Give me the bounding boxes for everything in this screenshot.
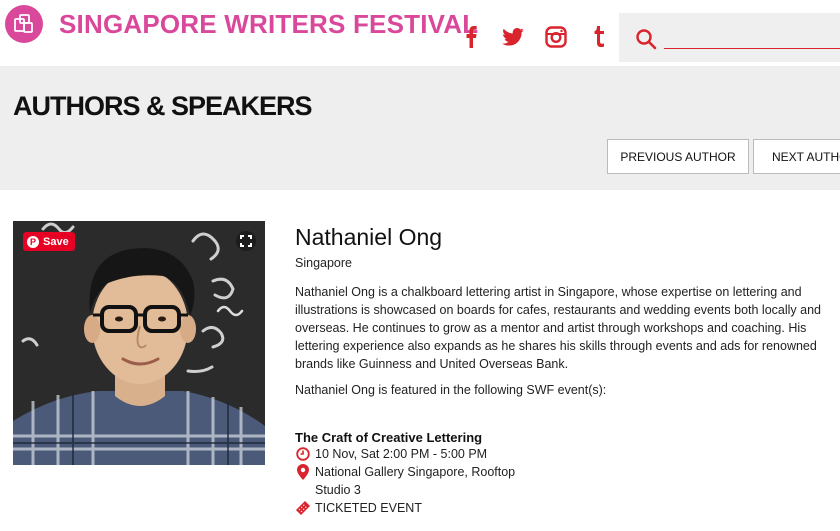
previous-author-button[interactable]: PREVIOUS AUTHOR (607, 139, 749, 174)
map-pin-icon (295, 464, 311, 480)
author-name: Nathaniel Ong (295, 224, 443, 250)
festival-logo-icon[interactable] (5, 5, 43, 43)
tumblr-icon[interactable] (586, 24, 612, 50)
event-datetime-text: 10 Nov, Sat 2:00 PM - 5:00 PM (315, 447, 488, 461)
facebook-icon[interactable] (458, 24, 484, 50)
save-label: Save (43, 235, 69, 248)
event-ticket: TICKETED EVENT (295, 500, 422, 516)
search-icon[interactable] (635, 28, 657, 50)
title-band: AUTHORS & SPEAKERS PREVIOUS AUTHOR NEXT … (0, 66, 840, 190)
search-input[interactable] (664, 25, 840, 49)
event-venue-text: National Gallery Singapore, Rooftop (315, 465, 516, 479)
page-title: AUTHORS & SPEAKERS (13, 91, 313, 121)
author-country: Singapore (295, 256, 352, 270)
clock-icon (295, 446, 311, 462)
expand-icon[interactable] (236, 231, 256, 251)
ticket-icon (295, 500, 311, 516)
event-ticket-text: TICKETED EVENT (315, 501, 422, 515)
event-venue-room: Studio 3 (315, 483, 361, 497)
featured-events-text: Nathaniel Ong is featured in the followi… (295, 383, 607, 397)
pinterest-save-button[interactable]: P Save (23, 232, 75, 251)
search-box (619, 13, 840, 62)
event-venue: National Gallery Singapore, Rooftop (295, 464, 515, 480)
event-title-link[interactable]: The Craft of Creative Lettering (295, 430, 482, 445)
event-datetime: 10 Nov, Sat 2:00 PM - 5:00 PM (295, 446, 487, 462)
author-bio: Nathaniel Ong is a chalkboard lettering … (295, 285, 821, 371)
pinterest-icon: P (27, 235, 39, 248)
next-author-button[interactable]: NEXT AUTHOR (753, 139, 840, 174)
author-portrait-image (13, 221, 265, 465)
site-header: SINGAPORE WRITERS FESTIVAL (0, 0, 840, 66)
twitter-icon[interactable] (500, 24, 526, 50)
author-photo: P Save (13, 221, 265, 465)
instagram-icon[interactable] (543, 24, 569, 50)
site-title[interactable]: SINGAPORE WRITERS FESTIVAL (59, 9, 478, 40)
